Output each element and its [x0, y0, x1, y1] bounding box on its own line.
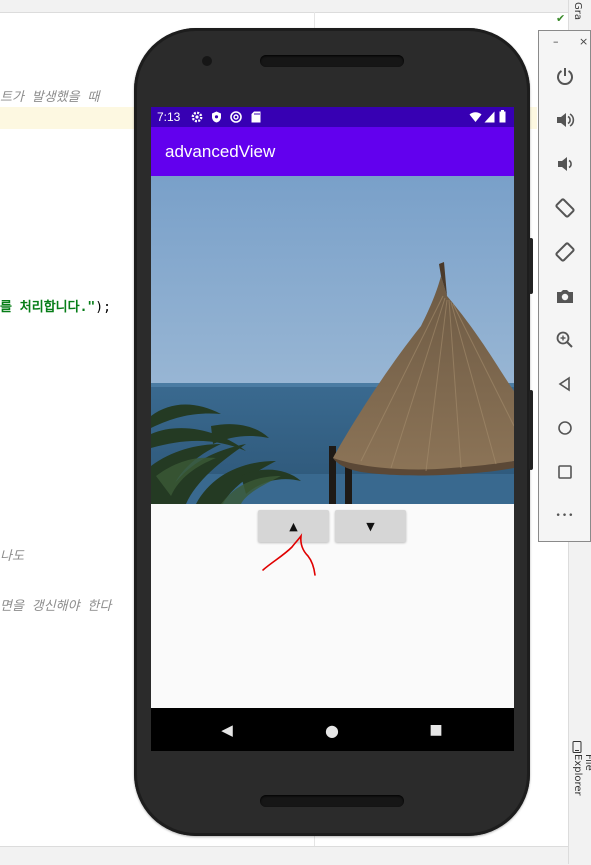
red-arrow-annotation: [262, 533, 316, 576]
